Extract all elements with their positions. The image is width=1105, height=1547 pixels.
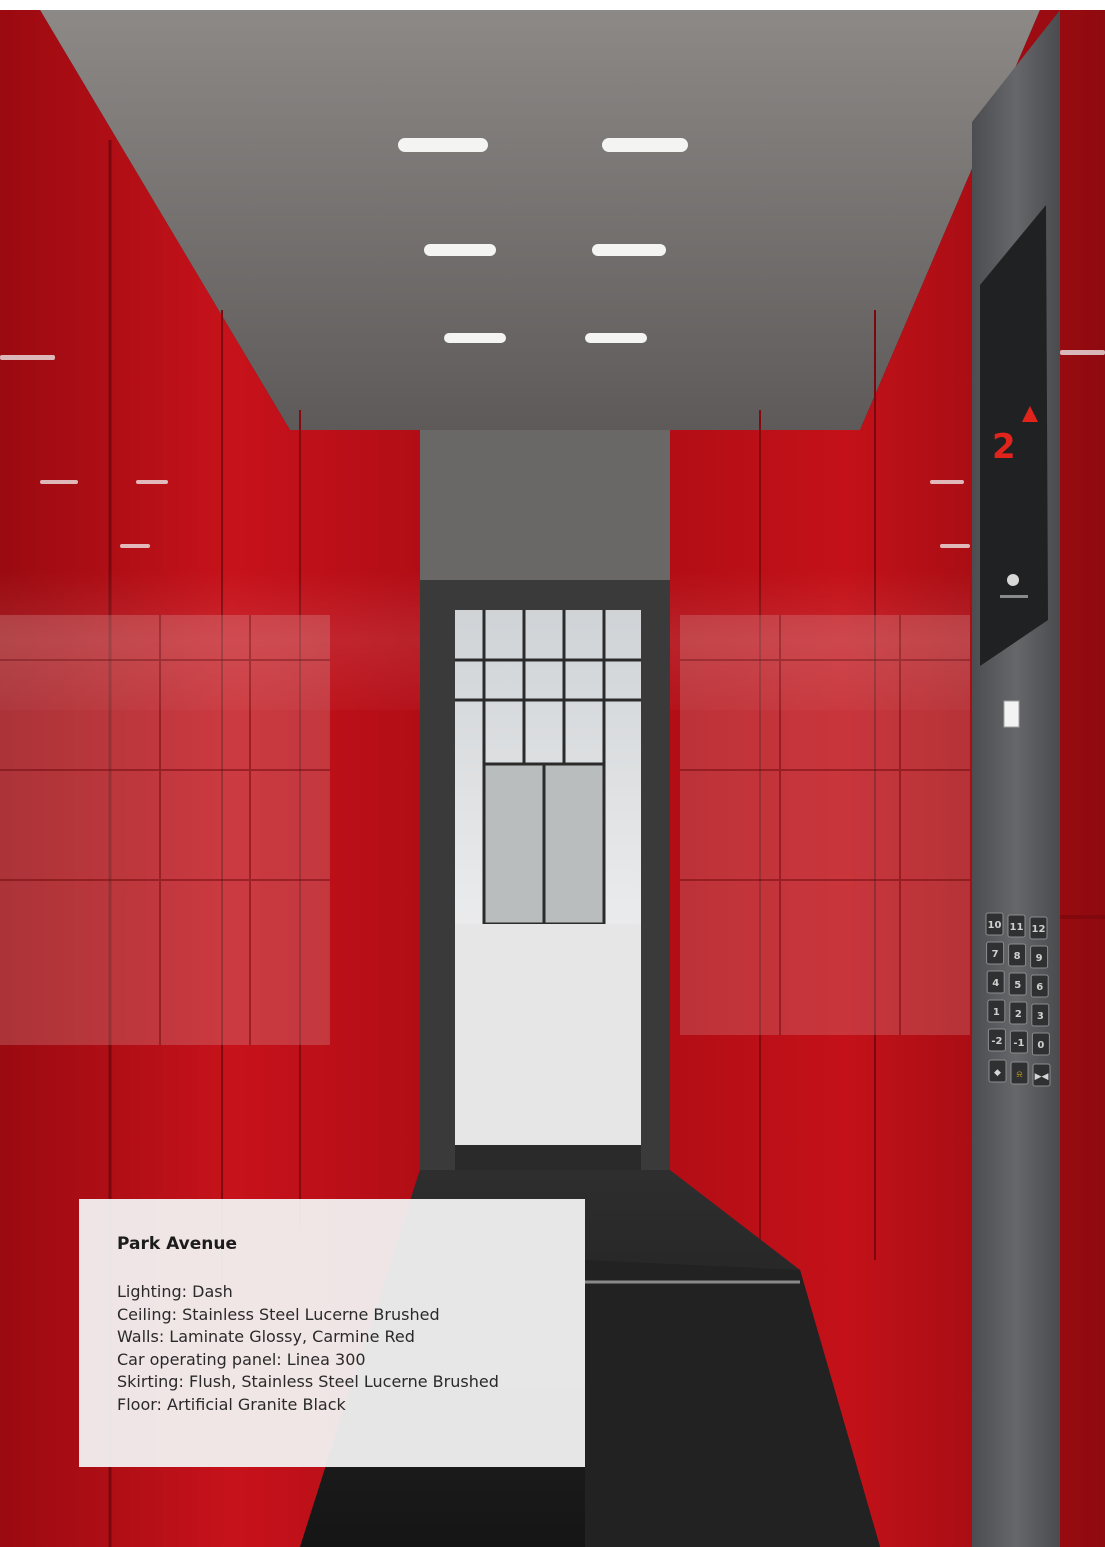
spec-skirting: Skirting: Flush, Stainless Steel Lucerne… — [117, 1372, 499, 1391]
design-name: Park Avenue — [117, 1234, 237, 1254]
floor-button-label: 0 — [1037, 1040, 1044, 1051]
floor-button-label: -2 — [991, 1036, 1002, 1047]
floor-button-label: 4 — [992, 978, 999, 989]
spec-operating-panel: Car operating panel: Linea 300 — [117, 1349, 366, 1369]
floor-button-label: -1 — [1013, 1038, 1024, 1049]
floor-indicator-digit: 2 — [992, 427, 1016, 467]
spec-caption-card: Park Avenue Lighting: Dash Ceiling: Stai… — [79, 1199, 585, 1467]
floor-button-label: 5 — [1014, 980, 1021, 991]
brand-logo-icon — [1007, 574, 1019, 586]
spec-walls: Walls: Laminate Glossy, Carmine Red — [117, 1327, 415, 1346]
spec-ceiling: Ceiling: Stainless Steel Lucerne Brushed — [117, 1304, 440, 1324]
spec-lighting: Lighting: Dash — [117, 1282, 233, 1301]
floor-button-label: 8 — [1014, 951, 1021, 962]
floor-button-label: 11 — [1010, 922, 1024, 933]
floor-button-label: 12 — [1032, 924, 1046, 935]
spec-list: Lighting: Dash Ceiling: Stainless Steel … — [117, 1281, 547, 1416]
brochure-page: 2 10 11 12 7 8 9 4 5 6 1 2 3 -2 -1 0 ◆ ⍾ ▶◀ Park Avenue L… — [0, 0, 1105, 1547]
floor-button-label: 2 — [1015, 1009, 1022, 1020]
spec-floor: Floor: Artificial Granite Black — [117, 1394, 346, 1414]
door-close-icon: ▶◀ — [1035, 1072, 1049, 1082]
floor-button-label: 7 — [992, 949, 999, 960]
floor-button-label: 6 — [1036, 982, 1043, 993]
floor-button-label: 1 — [993, 1007, 1000, 1018]
sensor-window — [1003, 700, 1020, 728]
floor-button-label: 3 — [1037, 1011, 1044, 1022]
floor-button-label: 9 — [1036, 953, 1043, 964]
door-open-icon: ◆ — [994, 1068, 1001, 1078]
alarm-bell-icon: ⍾ — [1017, 1070, 1023, 1080]
car-operating-panel: 2 10 11 127 8 94 5 61 2 3-2 -1 0◆ ⍾ ▶◀ — [972, 10, 1060, 1547]
floor-button-label: 10 — [988, 920, 1002, 931]
